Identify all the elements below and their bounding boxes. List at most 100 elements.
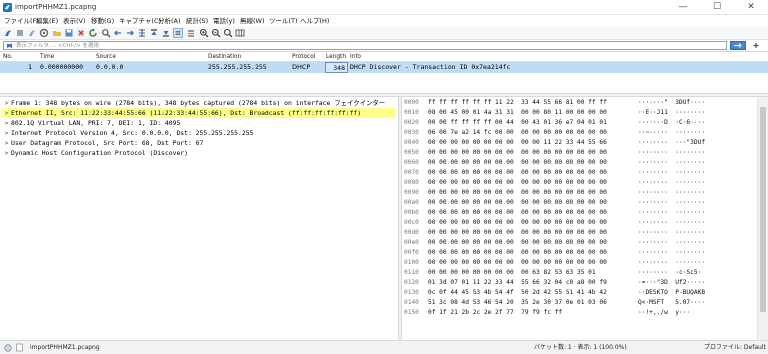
menu-wireless[interactable]: 無線(W) — [240, 16, 265, 26]
column-source[interactable]: Source — [96, 53, 116, 62]
tree-item-dhcp[interactable]: > Dynamic Host Configuration Protocol (Di… — [2, 148, 396, 158]
find-packet-icon[interactable] — [101, 28, 111, 38]
tree-item-frame[interactable]: > Frame 1: 348 bytes on wire (2784 bits),… — [2, 98, 396, 108]
hex-ascii[interactable]: ········ ········ — [638, 248, 705, 258]
menu-help[interactable]: ヘルプ(H) — [300, 16, 329, 26]
hex-bytes[interactable]: 00 00 00 00 00 00 00 00 00 63 82 53 63 3… — [428, 268, 596, 278]
go-back-icon[interactable] — [113, 28, 123, 38]
hex-bytes[interactable]: 51 3c 08 4d 53 46 54 20 35 2e 30 37 0e 0… — [428, 298, 607, 308]
hex-ascii[interactable]: ········ ········ — [638, 258, 705, 268]
menu-telephony[interactable]: 電話(y) — [213, 16, 235, 26]
hex-bytes[interactable]: 00 00 00 00 00 00 00 00 00 00 00 00 00 0… — [428, 198, 607, 208]
menu-statistics[interactable]: 統計(S) — [186, 16, 208, 26]
column-info[interactable]: Info — [350, 53, 361, 62]
hex-bytes[interactable]: 08 00 45 00 01 4a 31 31 00 00 80 11 00 0… — [428, 108, 607, 118]
auto-scroll-icon[interactable] — [173, 28, 183, 38]
scrollbar-thumb[interactable] — [760, 107, 766, 312]
hex-bytes[interactable]: 00 00 00 00 00 00 00 00 00 00 00 00 00 0… — [428, 238, 607, 248]
hex-bytes[interactable]: 00 00 00 00 00 00 00 00 00 00 00 00 00 0… — [428, 178, 607, 188]
hex-ascii[interactable]: ·······D ·C·6···· — [638, 118, 705, 128]
expand-arrow-icon[interactable]: > — [2, 129, 11, 138]
hex-ascii[interactable]: ········ ········ — [638, 158, 705, 168]
hex-bytes[interactable]: 00 00 00 00 00 00 00 00 00 00 00 00 00 0… — [428, 148, 607, 158]
hex-ascii[interactable]: Q<·MSFT 5.07···· — [638, 298, 705, 308]
go-to-packet-icon[interactable] — [137, 28, 147, 38]
menu-tools[interactable]: ツール(T) — [269, 16, 298, 26]
hex-ascii[interactable]: ········ ········ — [638, 198, 705, 208]
tree-item-vlan[interactable]: >802.1Q Virtual LAN, PRI: 7, DEI: 1, ID:… — [2, 118, 396, 128]
hex-bytes[interactable]: 00 00 00 00 00 00 00 00 00 00 00 00 00 0… — [428, 168, 607, 178]
hex-bytes[interactable]: 00 00 00 00 00 00 00 00 00 00 00 00 00 0… — [428, 258, 607, 268]
expand-arrow-icon[interactable]: > — [2, 149, 11, 158]
apply-filter-icon[interactable] — [730, 41, 746, 50]
hex-bytes[interactable]: 06 00 7e a2 14 fc 00 00 00 00 00 00 00 0… — [428, 128, 607, 138]
save-file-icon[interactable] — [64, 28, 74, 38]
hex-ascii[interactable]: ··DESKTO P-BUQAKB — [638, 288, 705, 298]
hex-bytes[interactable]: 01 3d 07 01 11 22 33 44 55 66 32 04 c0 a… — [428, 278, 607, 288]
reload-icon[interactable] — [88, 28, 98, 38]
packet-row[interactable]: 1 0.000000000 0.0.0.0 255.255.255.255 DH… — [0, 62, 768, 73]
hex-bytes[interactable]: 0f 1f 21 2b 2c 2e 2f 77 79 f9 fc ff — [428, 308, 562, 318]
zoom-out-icon[interactable] — [211, 28, 221, 38]
go-forward-icon[interactable] — [125, 28, 135, 38]
hex-ascii[interactable]: ········ ········ — [638, 218, 705, 228]
menu-view[interactable]: 表示(V) — [63, 16, 86, 26]
expand-arrow-icon[interactable]: > — [2, 109, 11, 118]
hex-bytes[interactable]: 00 00 00 00 00 00 00 00 00 00 00 00 00 0… — [428, 188, 607, 198]
expand-arrow-icon[interactable]: > — [2, 139, 11, 148]
tree-item-ethernet[interactable]: > Ethernet II, Src: 11:22:33:44:55:66 (11… — [2, 108, 396, 118]
go-last-packet-icon[interactable] — [161, 28, 171, 38]
column-destination[interactable]: Destination — [208, 53, 241, 62]
menu-file[interactable]: ファイル(F) — [4, 16, 39, 26]
stop-capture-icon[interactable] — [15, 28, 25, 38]
display-filter-input[interactable]: 表示フィルタ … <Ctrl-/> を適用 — [3, 41, 727, 50]
close-file-icon[interactable] — [76, 28, 86, 38]
menu-go[interactable]: 移動(G) — [91, 16, 114, 26]
column-protocol[interactable]: Protocol — [292, 53, 315, 62]
hex-ascii[interactable]: ········ ········ — [638, 228, 705, 238]
tree-item-udp[interactable]: > User Datagram Protocol, Src Port: 68, D… — [2, 138, 396, 148]
restart-capture-icon[interactable] — [27, 28, 37, 38]
menu-capture[interactable]: キャプチャ(C) — [119, 16, 161, 26]
hex-ascii[interactable]: ········ ···"3DUf — [638, 138, 705, 148]
hex-ascii[interactable]: ········ ·c·Sc5· — [638, 268, 701, 278]
hex-ascii[interactable]: ········ ········ — [638, 148, 705, 158]
column-no[interactable]: No. — [3, 53, 13, 62]
menu-edit[interactable]: 編集(E) — [36, 16, 58, 26]
minimize-button[interactable]: — — [666, 0, 700, 15]
menu-analyze[interactable]: 分析(A) — [158, 16, 181, 26]
maximize-button[interactable]: ☐ — [700, 0, 734, 15]
hex-ascii[interactable]: ·······" 3DUf···· — [638, 98, 705, 108]
colorize-icon[interactable] — [186, 28, 196, 38]
close-button[interactable]: ✕ — [734, 0, 768, 15]
tree-item-ipv4[interactable]: > Internet Protocol Version 4, Src: 0.0.0… — [2, 128, 396, 138]
hex-bytes[interactable]: 0c 0f 44 45 53 4b 54 4f 50 2d 42 55 51 4… — [428, 288, 607, 298]
hex-ascii[interactable]: ········ ········ — [638, 238, 705, 248]
capture-options-icon[interactable] — [39, 28, 49, 38]
hex-ascii[interactable]: ········ ········ — [638, 208, 705, 218]
bytes-scrollbar[interactable] — [757, 97, 768, 340]
resize-columns-icon[interactable] — [235, 28, 245, 38]
column-time[interactable]: Time — [40, 53, 54, 62]
hex-bytes[interactable]: 00 00 00 00 00 00 00 00 00 00 00 00 00 0… — [428, 218, 607, 228]
add-filter-icon[interactable] — [749, 41, 763, 50]
bookmark-icon[interactable] — [6, 43, 13, 49]
hex-bytes[interactable]: 00 00 00 00 00 00 00 00 00 00 00 00 00 0… — [428, 248, 607, 258]
hex-ascii[interactable]: ··E··J11 ········ — [638, 108, 705, 118]
expand-arrow-icon[interactable]: > — [2, 119, 11, 128]
hex-ascii[interactable]: ········ ········ — [638, 168, 705, 178]
hex-ascii[interactable]: ·=···"3D Uf2····· — [638, 278, 705, 288]
hex-ascii[interactable]: ········ ········ — [638, 178, 705, 188]
hex-ascii[interactable]: ········ ········ — [638, 188, 705, 198]
go-first-packet-icon[interactable] — [149, 28, 159, 38]
expand-arrow-icon[interactable]: > — [2, 99, 11, 108]
hex-ascii[interactable]: ··!+,./w y··· — [638, 308, 690, 318]
hex-bytes[interactable]: 00 00 00 00 00 00 00 00 00 00 00 00 00 0… — [428, 208, 607, 218]
hex-bytes[interactable]: ff ff ff ff ff ff 11 22 33 44 55 66 81 0… — [428, 98, 607, 108]
status-profile[interactable]: プロファイル: Default — [704, 343, 766, 353]
hex-bytes[interactable]: 00 00 00 00 00 00 00 00 00 00 11 22 33 4… — [428, 138, 607, 148]
hex-bytes[interactable]: 00 00 00 00 00 00 00 00 00 00 00 00 00 0… — [428, 158, 607, 168]
column-length[interactable]: Length — [326, 53, 346, 62]
open-file-icon[interactable] — [52, 28, 62, 38]
start-capture-icon[interactable] — [3, 28, 13, 38]
